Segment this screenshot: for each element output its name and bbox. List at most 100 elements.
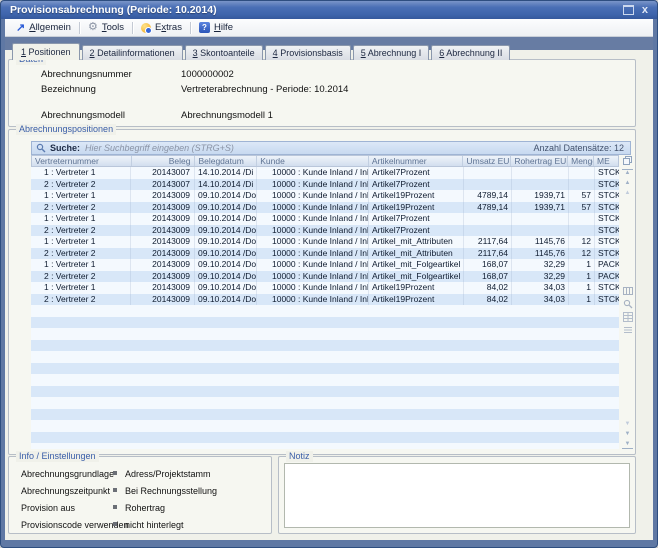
cell-rohertrag	[512, 213, 569, 225]
copy-columns-icon[interactable]	[622, 155, 633, 166]
scroll-up-icon[interactable]: ▲	[622, 190, 633, 197]
search-bar[interactable]: Suche: Hier Suchbegriff eingeben (STRG+S…	[31, 141, 631, 155]
cell-datum: 09.10.2014 /Do	[195, 282, 257, 294]
col-artikelnummer[interactable]: Artikelnummer	[369, 156, 464, 166]
cell-kunde: 10000 : Kunde Inland / Inlandsort	[257, 190, 369, 202]
group-notiz: Notiz	[278, 456, 636, 534]
client-area: ↗ Allgemein ⚙ Tools Extras ? Hilfe 1 Pos…	[5, 19, 653, 540]
tab-abrechnung-2[interactable]: 6 Abrechnung II	[431, 45, 510, 60]
table-row[interactable]: 1 : Vertreter 12014300714.10.2014 /Di100…	[31, 167, 619, 179]
empty-row	[31, 386, 619, 398]
cell-artikel: Artikel_mit_Folgeartikel	[369, 259, 464, 271]
cell-menge: 1	[569, 294, 595, 306]
cell-me: STCK	[595, 167, 619, 179]
cell-umsatz: 84,02	[464, 282, 512, 294]
column-chooser-icon[interactable]	[622, 285, 633, 296]
scroll-page-up-icon[interactable]: ▲	[622, 180, 633, 187]
cell-datum: 09.10.2014 /Do	[195, 213, 257, 225]
cell-umsatz	[464, 213, 512, 225]
bullet-icon	[113, 522, 117, 526]
tab-skontoanteile[interactable]: 3 Skontoanteile	[185, 45, 263, 60]
cell-datum: 09.10.2014 /Do	[195, 190, 257, 202]
menubar: ↗ Allgemein ⚙ Tools Extras ? Hilfe	[5, 19, 653, 37]
col-rohertrag[interactable]: Rohertrag EUR	[511, 156, 568, 166]
empty-row	[31, 351, 619, 363]
table-row[interactable]: 2 : Vertreter 22014300909.10.2014 /Do100…	[31, 294, 619, 306]
table-row[interactable]: 2 : Vertreter 22014300909.10.2014 /Do100…	[31, 202, 619, 214]
cell-artikel: Artikel19Prozent	[369, 282, 464, 294]
cell-artikel: Artikel7Prozent	[369, 179, 464, 191]
menu-extras[interactable]: Extras	[133, 19, 190, 36]
menu-tools[interactable]: ⚙ Tools	[80, 19, 132, 36]
cell-umsatz: 84,02	[464, 294, 512, 306]
notiz-textarea[interactable]	[284, 463, 630, 528]
table-row[interactable]: 1 : Vertreter 12014300909.10.2014 /Do100…	[31, 190, 619, 202]
close-icon[interactable]: x	[642, 6, 648, 15]
table-nav-strip: ▲ ▲ ▲ ▼ ▼ ▼	[621, 155, 634, 449]
info-label: Provision aus	[21, 503, 75, 513]
scroll-page-down-icon[interactable]: ▼	[622, 431, 633, 438]
export-table-icon[interactable]	[622, 311, 633, 322]
col-vertreternummer[interactable]: Vertreternummer	[32, 156, 132, 166]
cell-kunde: 10000 : Kunde Inland / Inlandsort	[257, 259, 369, 271]
table-row[interactable]: 1 : Vertreter 12014300909.10.2014 /Do100…	[31, 259, 619, 271]
table-row[interactable]: 2 : Vertreter 22014300909.10.2014 /Do100…	[31, 271, 619, 283]
cell-menge: 12	[569, 248, 595, 260]
empty-row	[31, 317, 619, 329]
field-value: Vertreterabrechnung - Periode: 10.2014	[181, 84, 348, 95]
cell-umsatz: 168,07	[464, 271, 512, 283]
empty-row	[31, 363, 619, 375]
table-row[interactable]: 2 : Vertreter 22014300909.10.2014 /Do100…	[31, 248, 619, 260]
tab-detailinformationen[interactable]: 2 Detailinformationen	[82, 45, 183, 60]
cell-beleg: 20143009	[131, 236, 195, 248]
table-row[interactable]: 2 : Vertreter 22014300909.10.2014 /Do100…	[31, 225, 619, 237]
cell-vertreter: 1 : Vertreter 1	[31, 167, 131, 179]
empty-row	[31, 443, 619, 449]
col-menge[interactable]: Menge	[568, 156, 594, 166]
scroll-to-bottom-icon[interactable]: ▼	[622, 441, 633, 449]
scroll-down-icon[interactable]: ▼	[622, 421, 633, 428]
table-row[interactable]: 2 : Vertreter 22014300714.10.2014 /Di100…	[31, 179, 619, 191]
bullet-icon	[113, 471, 117, 475]
cell-me: PACK	[595, 259, 619, 271]
cell-beleg: 20143009	[131, 248, 195, 260]
col-belegdatum[interactable]: Belegdatum	[195, 156, 257, 166]
cell-datum: 09.10.2014 /Do	[195, 248, 257, 260]
cell-kunde: 10000 : Kunde Inland / Inlandsort	[257, 202, 369, 214]
cell-vertreter: 1 : Vertreter 1	[31, 282, 131, 294]
info-row: Abrechnungsgrundlage Adress/Projektstamm	[21, 469, 114, 479]
tab-provisionsbasis[interactable]: 4 Provisionsbasis	[265, 45, 351, 60]
cell-me: STCK	[595, 202, 619, 214]
tab-positionen[interactable]: 1 Positionen	[12, 43, 80, 60]
cell-menge: 12	[569, 236, 595, 248]
menu-allgemein[interactable]: ↗ Allgemein	[8, 19, 79, 36]
table-row[interactable]: 1 : Vertreter 12014300909.10.2014 /Do100…	[31, 282, 619, 294]
zoom-search-icon[interactable]	[622, 298, 633, 309]
group-notiz-legend: Notiz	[286, 451, 313, 462]
cell-me: STCK	[595, 236, 619, 248]
table-row[interactable]: 1 : Vertreter 12014300909.10.2014 /Do100…	[31, 213, 619, 225]
cell-umsatz	[464, 225, 512, 237]
col-kunde[interactable]: Kunde	[257, 156, 369, 166]
restore-icon[interactable]	[623, 5, 634, 15]
cell-beleg: 20143009	[131, 271, 195, 283]
filter-rows-icon[interactable]	[622, 324, 633, 335]
table-row[interactable]: 1 : Vertreter 12014300909.10.2014 /Do100…	[31, 236, 619, 248]
scroll-to-top-icon[interactable]: ▲	[622, 169, 633, 177]
cell-me: STCK	[595, 294, 619, 306]
gear-icon: ⚙	[88, 22, 98, 33]
cell-rohertrag: 32,29	[512, 271, 569, 283]
bullet-icon	[113, 488, 117, 492]
cell-datum: 09.10.2014 /Do	[195, 271, 257, 283]
col-beleg[interactable]: Beleg	[132, 156, 196, 166]
cell-beleg: 20143009	[131, 294, 195, 306]
col-umsatz[interactable]: Umsatz EUR	[463, 156, 511, 166]
tab-abrechnung-1[interactable]: 5 Abrechnung I	[353, 45, 430, 60]
cell-menge	[569, 167, 595, 179]
col-me[interactable]: ME	[594, 156, 618, 166]
cell-umsatz: 168,07	[464, 259, 512, 271]
menu-hilfe[interactable]: ? Hilfe	[191, 19, 241, 36]
cell-me: PACK	[595, 271, 619, 283]
bullet-icon	[113, 505, 117, 509]
cell-vertreter: 2 : Vertreter 2	[31, 225, 131, 237]
